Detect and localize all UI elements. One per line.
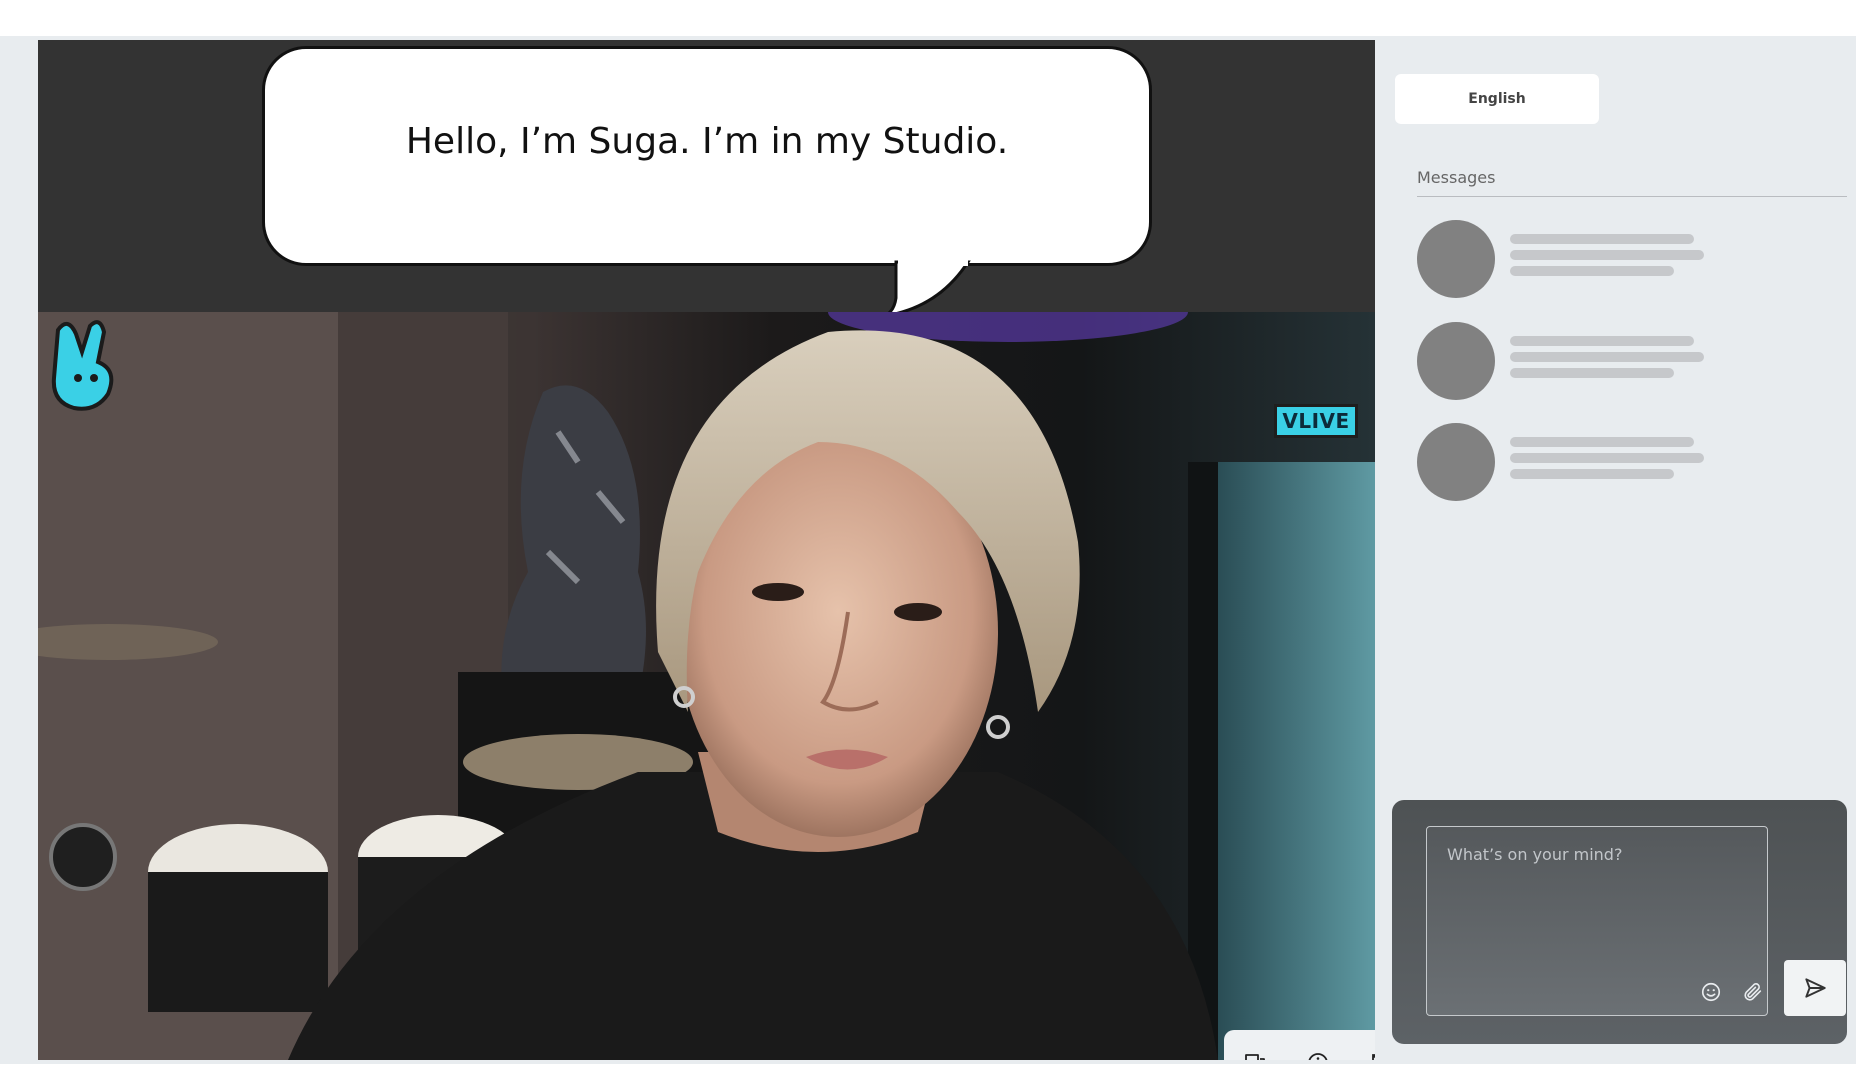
skeleton-line <box>1510 368 1674 378</box>
skeleton-line <box>1510 266 1674 276</box>
language-selector[interactable]: English <box>1395 74 1599 124</box>
attach-button[interactable] <box>1739 978 1767 1006</box>
video-panel: Hello, I’m Suga. I’m in my Studio. VLIVE <box>38 40 1375 1060</box>
skeleton-line <box>1510 453 1704 463</box>
vlive-hand-icon <box>51 320 114 411</box>
message-composer <box>1392 800 1847 1044</box>
avatar-placeholder <box>1417 220 1495 298</box>
skeleton-line <box>1510 437 1694 447</box>
chat-bubbles-icon <box>1245 1054 1266 1060</box>
send-icon <box>1805 978 1826 998</box>
video-frame[interactable]: VLIVE <box>38 312 1375 1060</box>
send-button[interactable] <box>1784 960 1846 1016</box>
paperclip-icon <box>1744 983 1762 1001</box>
vlive-watermark: VLIVE <box>1274 404 1358 438</box>
chat-sidebar: English Messages <box>1375 36 1856 1064</box>
messages-divider <box>1417 196 1847 197</box>
avatar-placeholder <box>1417 322 1495 400</box>
speech-bubble-tail <box>887 258 971 312</box>
skeleton-line <box>1510 352 1704 362</box>
video-controls <box>1224 1030 1375 1060</box>
fullscreen-button[interactable] <box>1361 1043 1375 1060</box>
skeleton-line <box>1510 469 1674 479</box>
messages-heading: Messages <box>1417 168 1496 187</box>
emoji-button[interactable] <box>1697 978 1725 1006</box>
avatar-placeholder <box>1417 423 1495 501</box>
message-placeholder <box>1417 220 1717 298</box>
message-placeholder <box>1417 322 1717 400</box>
skeleton-line <box>1510 234 1694 244</box>
chat-toggle-button[interactable] <box>1235 1043 1275 1060</box>
message-placeholder <box>1417 423 1717 501</box>
video-scene <box>38 312 1375 1060</box>
info-button[interactable] <box>1298 1043 1338 1060</box>
emoji-icon <box>1701 982 1721 1002</box>
info-icon <box>1308 1053 1328 1060</box>
skeleton-line <box>1510 250 1704 260</box>
skeleton-line <box>1510 336 1694 346</box>
caption-area: Hello, I’m Suga. I’m in my Studio. <box>38 40 1375 312</box>
